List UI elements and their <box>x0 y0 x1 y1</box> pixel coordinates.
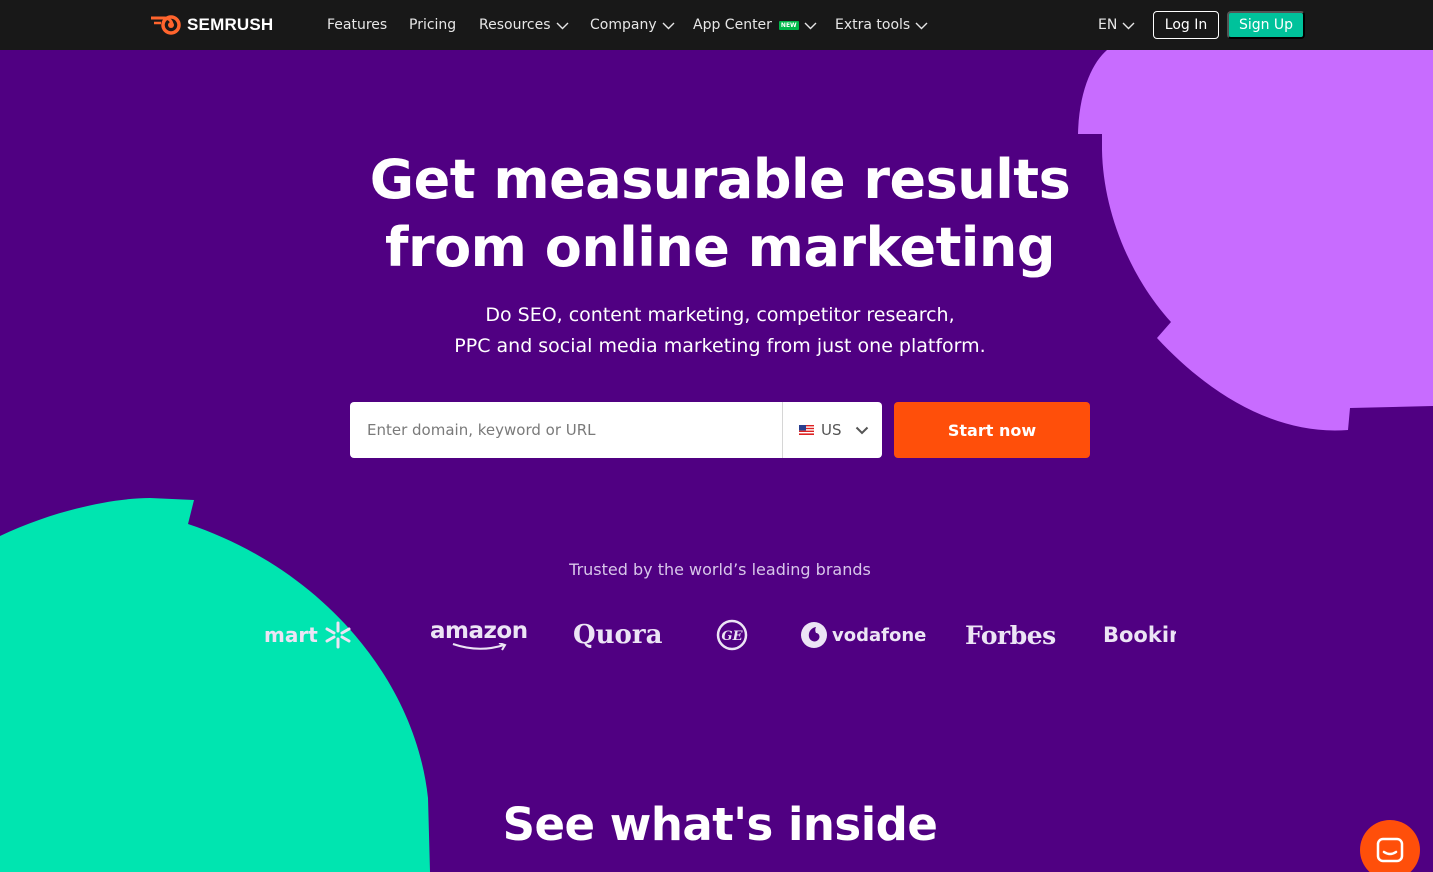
chevron-down-icon <box>662 22 675 29</box>
nav-pricing[interactable]: Pricing <box>409 15 456 35</box>
nav-extra-tools[interactable]: Extra tools <box>835 15 928 35</box>
forbes-logo: Forbes <box>965 612 1056 658</box>
domain-search-input[interactable] <box>350 402 782 458</box>
amazon-logo-text: amazon <box>430 618 528 644</box>
walmart-logo: mart <box>264 612 353 658</box>
database-select[interactable]: US <box>782 402 882 458</box>
login-button[interactable]: Log In <box>1153 11 1219 39</box>
booking-logo: Bookin <box>1103 612 1176 658</box>
hero-title: Get measurable results from online marke… <box>0 146 1433 282</box>
quora-logo: Quora <box>573 612 662 658</box>
hero-subtitle-line: Do SEO, content marketing, competitor re… <box>485 304 955 326</box>
forbes-logo-text: Forbes <box>965 620 1056 650</box>
us-flag-icon <box>799 425 814 435</box>
start-now-button[interactable]: Start now <box>894 402 1090 458</box>
quora-logo-text: Quora <box>573 620 663 650</box>
nav-app-center-label: App Center <box>693 17 772 33</box>
chevron-down-icon <box>1122 22 1135 29</box>
hero-subtitle: Do SEO, content marketing, competitor re… <box>0 300 1433 362</box>
walmart-logo-text: mart <box>264 623 318 647</box>
amazon-smile-icon <box>452 643 507 651</box>
chat-widget-button[interactable] <box>1360 820 1420 872</box>
chevron-down-icon <box>556 22 568 29</box>
semrush-flame-icon <box>151 15 181 35</box>
ge-logo: GE <box>716 612 748 658</box>
nav-resources[interactable]: Resources <box>479 15 569 35</box>
nav-pricing-label: Pricing <box>409 17 457 33</box>
nav-features[interactable]: Features <box>327 15 387 35</box>
chat-icon <box>1376 837 1404 863</box>
database-value: US <box>821 421 842 439</box>
chevron-down-icon <box>915 22 928 29</box>
nav-extra-tools-label: Extra tools <box>835 17 911 33</box>
nav-company-label: Company <box>590 17 657 33</box>
chevron-down-icon <box>804 22 817 29</box>
search-form: US <box>350 402 882 458</box>
vodafone-logo-text: vodafone <box>832 624 927 646</box>
logo-wordmark: SEMRUSH <box>187 15 274 34</box>
hero-title-line: from online marketing <box>384 216 1056 279</box>
semrush-logo[interactable]: SEMRUSH <box>150 14 273 36</box>
walmart-spark-icon <box>325 621 351 649</box>
hero-subtitle-line: PPC and social media marketing from just… <box>454 335 986 357</box>
chevron-down-icon <box>855 426 868 434</box>
section-title: See what's inside <box>502 798 938 851</box>
trusted-brands-heading: Trusted by the world’s leading brands <box>569 560 871 579</box>
ge-monogram-icon: GE <box>716 619 748 651</box>
vodafone-speechmark-icon <box>801 622 827 648</box>
amazon-logo: amazon <box>430 612 528 658</box>
brand-logo-strip: mart amazon Quora GE vodafone Forbes Boo… <box>264 612 1176 658</box>
language-switcher[interactable]: EN <box>1098 15 1135 35</box>
signup-button[interactable]: Sign Up <box>1227 11 1305 39</box>
ge-logo-text: GE <box>721 629 743 644</box>
vodafone-logo: vodafone <box>800 612 926 658</box>
nav-resources-label: Resources <box>479 17 551 33</box>
nav-features-label: Features <box>327 17 388 33</box>
nav-app-center[interactable]: App Center NEW <box>693 15 817 35</box>
language-label: EN <box>1098 17 1118 33</box>
new-badge: NEW <box>778 20 799 30</box>
booking-logo-text: Bookin <box>1103 623 1176 647</box>
top-navigation-bar: SEMRUSH Features Pricing Resources Compa… <box>0 0 1433 50</box>
hero-title-line: Get measurable results <box>369 148 1071 211</box>
nav-company[interactable]: Company <box>590 15 675 35</box>
